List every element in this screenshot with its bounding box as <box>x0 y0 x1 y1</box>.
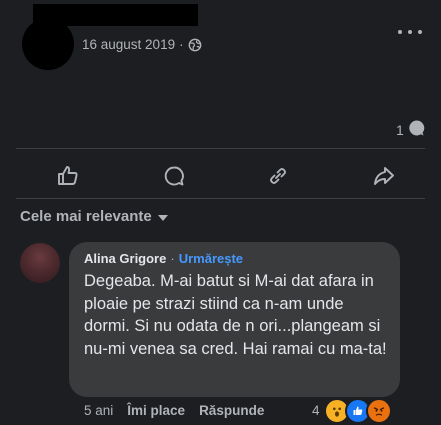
commenter-name[interactable]: Alina Grigore <box>84 251 166 266</box>
comment-icon <box>164 166 184 186</box>
poster-avatar[interactable] <box>22 18 74 70</box>
globe-icon <box>188 38 202 52</box>
chevron-down-icon <box>157 214 168 221</box>
reaction-icons[interactable] <box>324 398 392 424</box>
post-date[interactable]: 16 august 2019 <box>82 37 175 52</box>
comment-time[interactable]: 5 ani <box>84 403 113 418</box>
like-button[interactable] <box>48 158 88 194</box>
divider <box>16 198 425 199</box>
comment-header: Alina Grigore · Urmărește <box>84 251 243 266</box>
header-separator: · <box>170 251 175 266</box>
comment-button[interactable] <box>154 158 194 194</box>
comment-count[interactable]: 1 <box>396 118 426 141</box>
reaction-count[interactable]: 4 <box>312 403 320 418</box>
comment-reply-button[interactable]: Răspunde <box>199 403 264 418</box>
more-icon[interactable] <box>398 24 422 40</box>
comment-like-button[interactable]: Îmi place <box>127 403 185 418</box>
post-actions <box>0 158 441 194</box>
divider <box>16 148 425 149</box>
comment-text: Degeaba. M-ai batut si M-ai dat afara in… <box>84 272 387 358</box>
date-separator: · <box>179 37 184 52</box>
follow-link[interactable]: Urmărește <box>179 251 243 266</box>
comment-sort-dropdown[interactable]: Cele mai relevante <box>20 208 168 225</box>
link-icon <box>270 168 286 184</box>
sort-label: Cele mai relevante <box>20 208 152 225</box>
post-timestamp[interactable]: 16 august 2019 · <box>82 37 202 52</box>
like-icon <box>58 166 78 185</box>
share-icon <box>374 167 394 185</box>
share-link-button[interactable] <box>258 158 298 194</box>
angry-reaction-icon <box>366 398 392 424</box>
comment-icon <box>406 118 426 141</box>
comment-count-value: 1 <box>396 121 404 138</box>
comment-meta: 5 ani Îmi place Răspunde <box>84 403 264 418</box>
share-button[interactable] <box>364 158 404 194</box>
commenter-avatar[interactable] <box>20 243 60 283</box>
